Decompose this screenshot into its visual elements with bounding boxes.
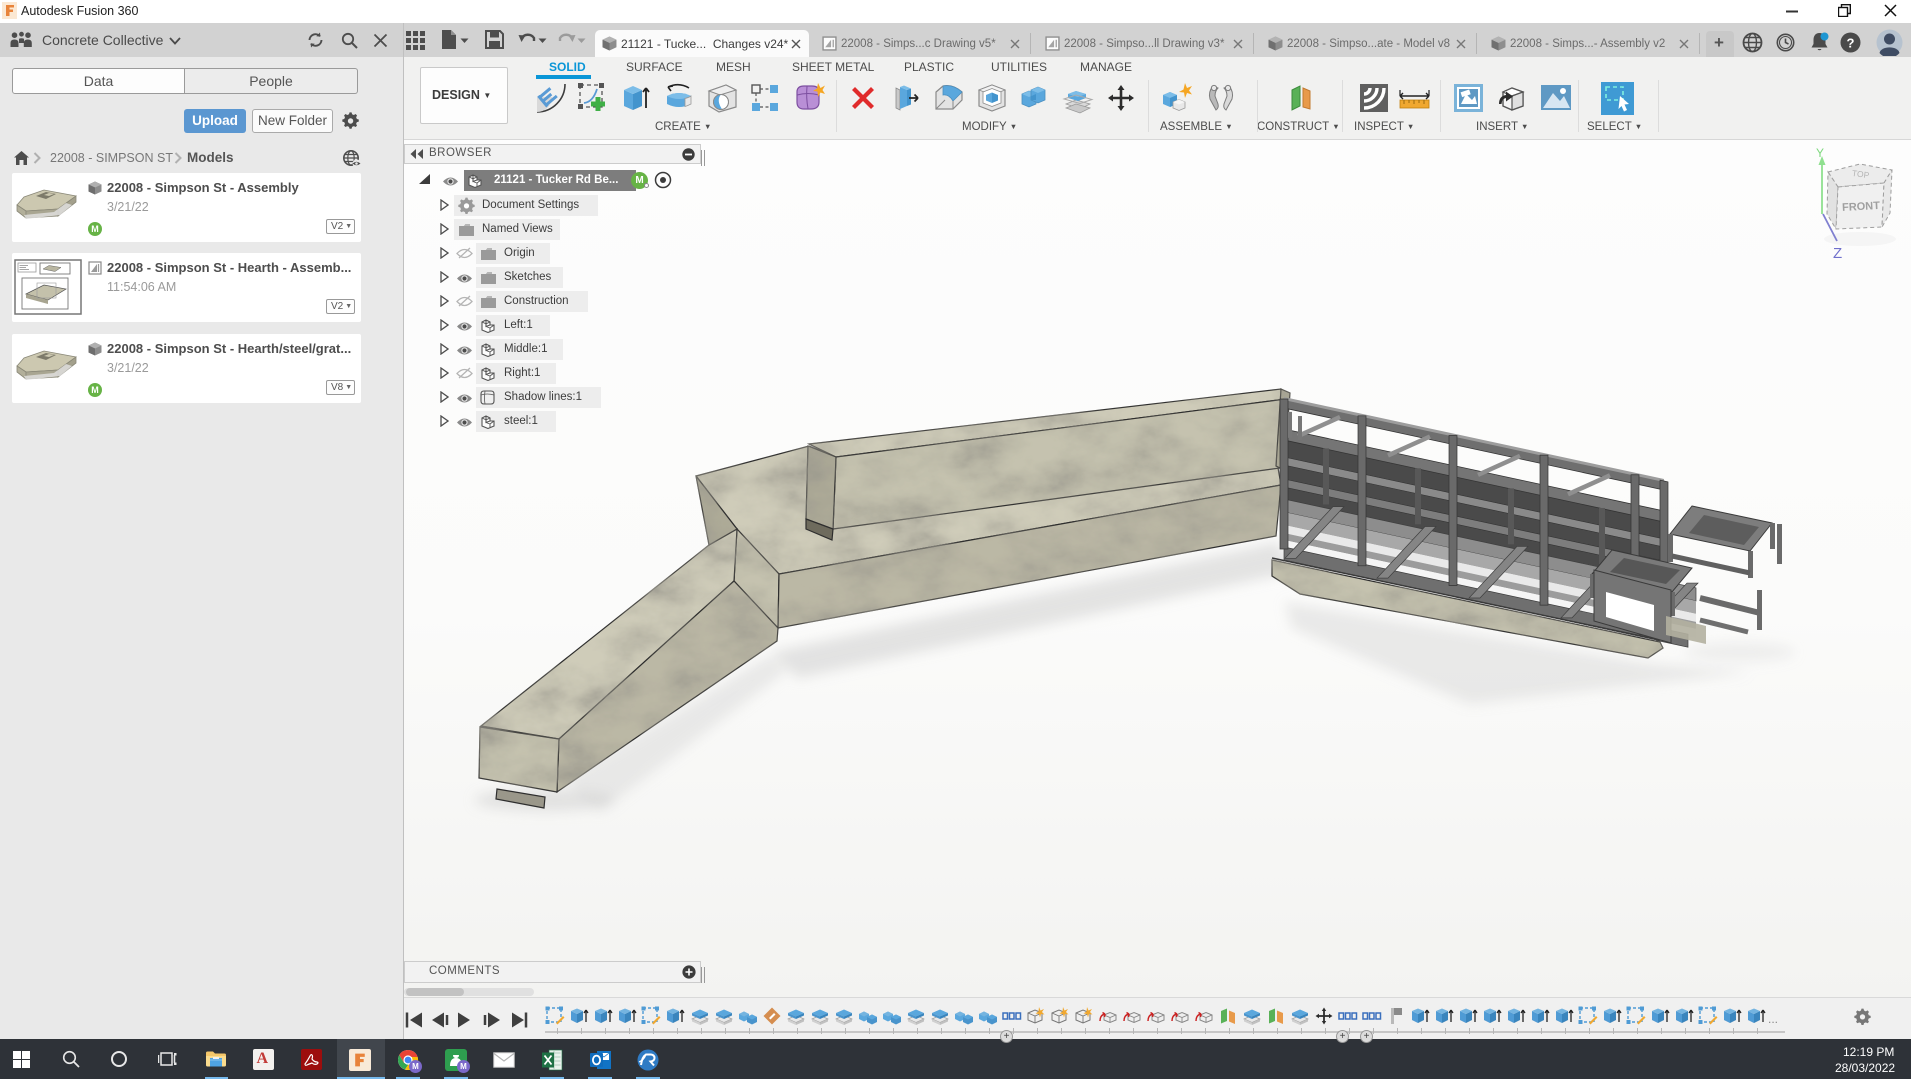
svg-text:FRONT: FRONT: [1842, 200, 1881, 214]
svg-text:?: ?: [1847, 36, 1855, 51]
svg-text:Z: Z: [1833, 245, 1842, 262]
svg-text:Y: Y: [1816, 146, 1824, 160]
